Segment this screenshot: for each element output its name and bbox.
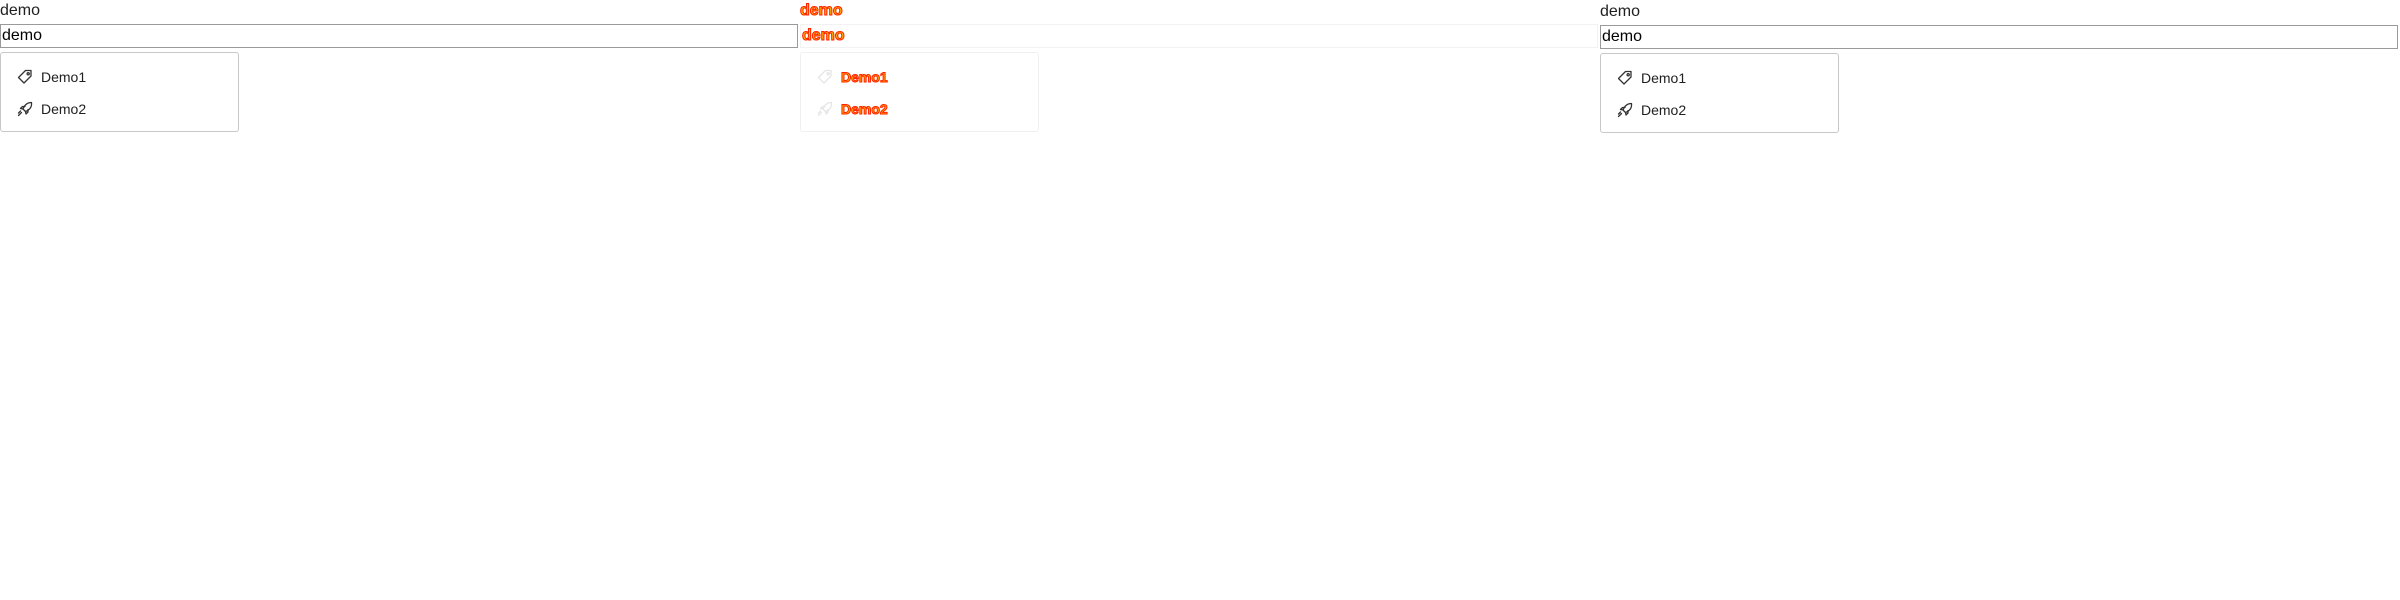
tag-icon bbox=[1617, 70, 1633, 86]
suggestion-menu: Demo1 Demo2 bbox=[1600, 53, 1839, 133]
menu-item-demo2[interactable]: Demo2 bbox=[1601, 94, 1838, 126]
rocket-icon bbox=[817, 101, 833, 117]
menu-item-demo2[interactable]: Demo2 bbox=[1, 93, 238, 125]
suggestion-menu: Demo1 Demo2 bbox=[800, 52, 1039, 132]
field-label: demo bbox=[0, 2, 41, 19]
menu-item-demo2[interactable]: Demo2 bbox=[801, 93, 1038, 125]
menu-item-demo1[interactable]: Demo1 bbox=[1601, 62, 1838, 94]
menu-item-label: Demo2 bbox=[841, 101, 889, 118]
autocomplete-input[interactable] bbox=[1600, 25, 2398, 49]
tag-icon bbox=[817, 69, 833, 85]
autocomplete-input[interactable] bbox=[800, 24, 1598, 48]
menu-item-label: Demo1 bbox=[1641, 70, 1687, 86]
diff-panel: demo Demo1 Demo2 bbox=[800, 0, 1600, 600]
right-panel: demo Demo1 Demo2 bbox=[1600, 0, 2400, 600]
tag-icon bbox=[17, 69, 33, 85]
menu-item-demo1[interactable]: Demo1 bbox=[801, 61, 1038, 93]
menu-item-label: Demo1 bbox=[41, 69, 87, 85]
field-label: demo bbox=[800, 2, 844, 20]
menu-item-label: Demo1 bbox=[841, 69, 889, 86]
rocket-icon bbox=[1617, 102, 1633, 118]
menu-item-demo1[interactable]: Demo1 bbox=[1, 61, 238, 93]
autocomplete-input[interactable] bbox=[0, 24, 798, 48]
field-label: demo bbox=[1600, 3, 1641, 20]
menu-item-label: Demo2 bbox=[41, 101, 87, 117]
rocket-icon bbox=[17, 101, 33, 117]
left-panel: demo Demo1 Demo2 bbox=[0, 0, 800, 600]
menu-item-label: Demo2 bbox=[1641, 102, 1687, 118]
suggestion-menu: Demo1 Demo2 bbox=[0, 52, 239, 132]
